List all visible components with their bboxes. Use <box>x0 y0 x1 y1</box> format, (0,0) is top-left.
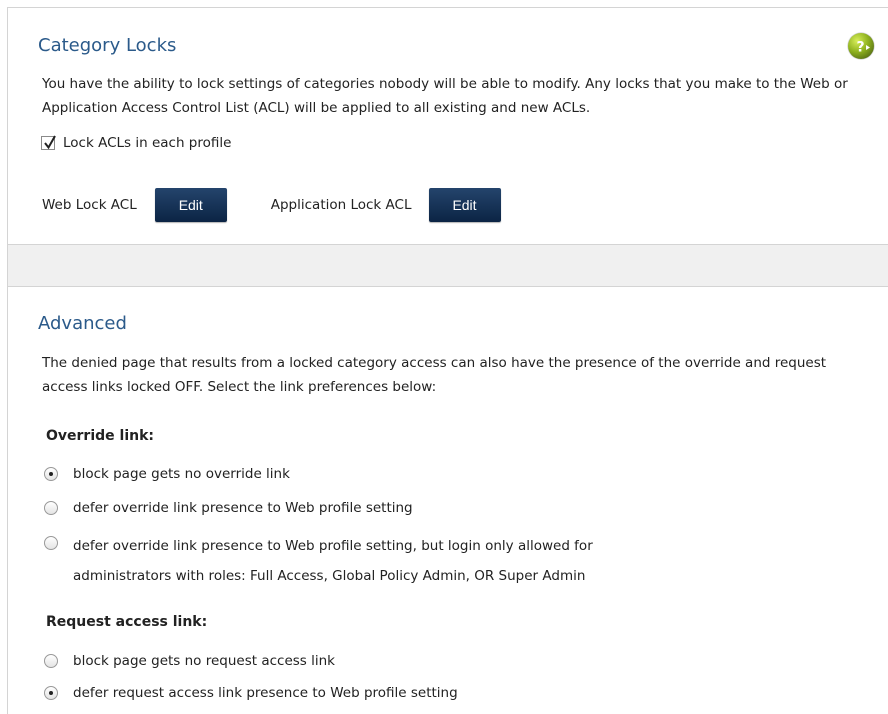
acl-edit-row: Web Lock ACL Edit Application Lock ACL E… <box>42 188 501 222</box>
category-locks-panel: Category Locks ? You have the ability to… <box>7 7 888 245</box>
advanced-panel: Advanced The denied page that results fr… <box>7 286 888 714</box>
override-radio-defer-admin[interactable] <box>44 536 58 550</box>
lock-acls-row[interactable]: Lock ACLs in each profile <box>41 135 231 151</box>
request-option-label: block page gets no request access link <box>73 653 335 669</box>
request-radio-defer[interactable] <box>44 686 58 700</box>
override-option-label: defer override link presence to Web prof… <box>73 538 593 554</box>
request-access-link-heading: Request access link: <box>46 614 208 630</box>
category-locks-title: Category Locks <box>38 35 177 56</box>
override-option-label: block page gets no override link <box>73 466 290 482</box>
lock-acls-label: Lock ACLs in each profile <box>63 135 232 151</box>
override-option-defer[interactable]: defer override link presence to Web prof… <box>44 496 413 520</box>
override-radio-defer[interactable] <box>44 501 58 515</box>
advanced-title: Advanced <box>38 313 127 334</box>
override-option-label-line2: administrators with roles: Full Access, … <box>73 568 586 584</box>
override-option-label-block: defer override link presence to Web prof… <box>73 531 593 591</box>
request-option-no-link[interactable]: block page gets no request access link <box>44 649 335 673</box>
advanced-description: The denied page that results from a lock… <box>42 355 827 395</box>
web-lock-edit-button[interactable]: Edit <box>154 188 227 222</box>
override-link-heading: Override link: <box>46 428 154 444</box>
override-option-label: defer override link presence to Web prof… <box>73 500 413 516</box>
category-locks-description: You have the ability to lock settings of… <box>42 76 848 116</box>
request-option-defer[interactable]: defer request access link presence to We… <box>44 681 458 705</box>
checkmark-icon <box>44 135 56 150</box>
override-radio-no-link[interactable] <box>44 467 58 481</box>
svg-text:?: ? <box>857 40 865 56</box>
request-radio-no-link[interactable] <box>44 654 58 668</box>
override-option-no-link[interactable]: block page gets no override link <box>44 462 290 486</box>
lock-acls-checkbox[interactable] <box>41 135 56 150</box>
request-option-label: defer request access link presence to We… <box>73 685 458 701</box>
help-icon[interactable]: ? <box>848 33 874 59</box>
application-lock-edit-button[interactable]: Edit <box>428 188 501 222</box>
override-option-defer-admin[interactable]: defer override link presence to Web prof… <box>44 531 593 591</box>
web-lock-acl-label: Web Lock ACL <box>42 197 137 213</box>
application-lock-acl-label: Application Lock ACL <box>270 197 412 213</box>
section-separator <box>7 245 888 286</box>
